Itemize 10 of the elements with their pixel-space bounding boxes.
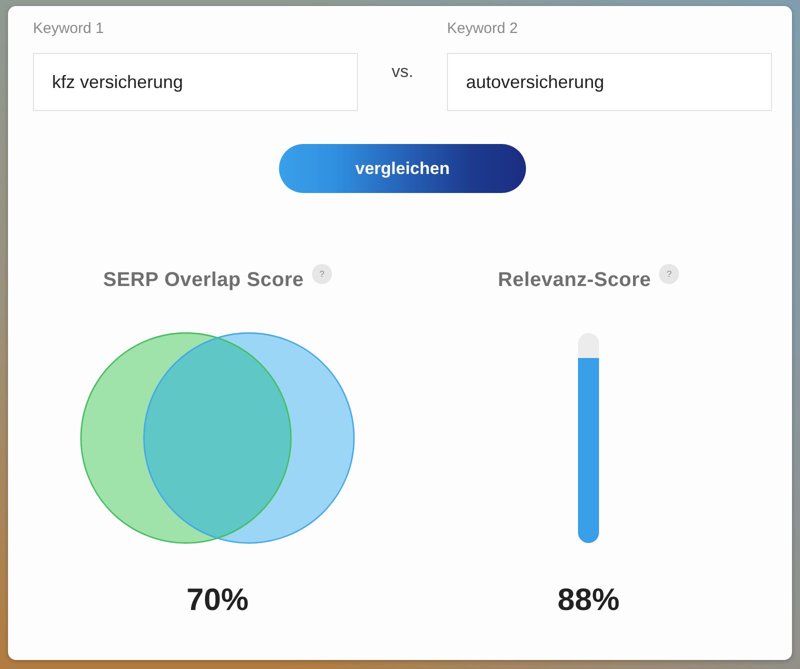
compare-button[interactable]: vergleichen: [279, 144, 526, 193]
score-value: 88%: [557, 582, 620, 618]
score-value: 70%: [186, 582, 249, 618]
score-title: SERP Overlap Score: [103, 268, 304, 292]
score-title: Relevanz-Score: [498, 268, 652, 292]
keyword-input[interactable]: autoversicherung: [447, 53, 772, 111]
vs-label: vs.: [392, 61, 414, 83]
keyword-label: Keyword 1: [33, 19, 105, 39]
keyword-input[interactable]: kfz versicherung: [33, 53, 358, 111]
keyword-label: Keyword 2: [447, 19, 519, 39]
